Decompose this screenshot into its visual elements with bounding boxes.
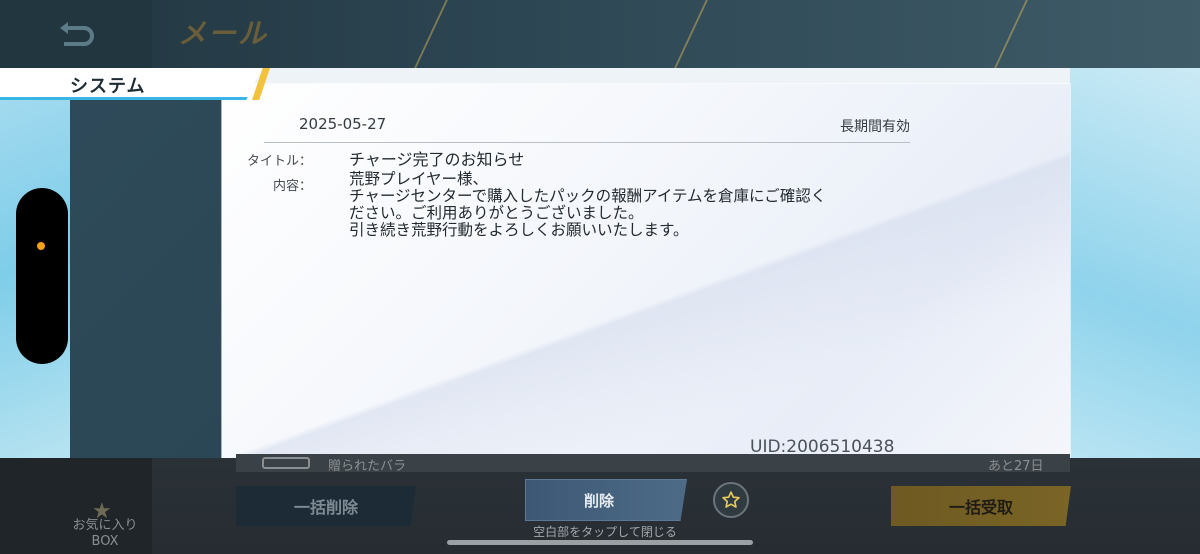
background-list-item-text: 贈られたバラ bbox=[328, 459, 407, 474]
home-indicator-bar[interactable] bbox=[447, 540, 753, 545]
page-title: メール bbox=[178, 17, 269, 50]
category-tab-label: システム bbox=[70, 76, 146, 97]
delete-all-button[interactable]: 一括削除 bbox=[236, 486, 416, 526]
panel-top-band bbox=[222, 68, 1070, 84]
return-arrow-icon bbox=[60, 22, 94, 46]
favorites-label-line: お気に入り bbox=[72, 518, 138, 533]
star-outline-icon bbox=[722, 491, 740, 508]
favorite-star-button[interactable] bbox=[713, 482, 749, 518]
mail-date: 2025-05-27 bbox=[299, 115, 387, 133]
mail-body-line: 荒野プレイヤー様、 bbox=[349, 170, 489, 188]
background-list-item-remaining: あと27日 bbox=[988, 459, 1044, 474]
side-handle[interactable] bbox=[16, 188, 68, 364]
right-decor-strip bbox=[1060, 68, 1200, 458]
mail-content-label: 内容： bbox=[272, 179, 312, 194]
back-button[interactable] bbox=[0, 0, 152, 68]
claim-all-button[interactable]: 一括受取 bbox=[891, 486, 1071, 526]
mail-dialog-screen: メール システム 2025-05-27 長期間有効 タイトル： チャージ完了のお… bbox=[0, 0, 1200, 554]
mail-panel bbox=[222, 84, 1070, 458]
gift-icon bbox=[262, 457, 310, 469]
mail-title: チャージ完了のお知らせ bbox=[349, 150, 525, 169]
favorites-box-label[interactable]: お気に入り BOX bbox=[62, 518, 148, 550]
mail-divider bbox=[264, 142, 910, 143]
favorites-label-line: BOX bbox=[91, 534, 119, 549]
status-indicator-dot bbox=[37, 242, 45, 250]
mail-validity: 長期間有効 bbox=[840, 119, 910, 135]
mail-body-line: チャージセンターで購入したパックの報酬アイテムを倉庫にご確認く bbox=[349, 187, 827, 205]
tap-to-close-hint: 空白部をタップして閉じる bbox=[533, 525, 677, 539]
mail-title-label: タイトル： bbox=[246, 154, 312, 169]
mail-body: 荒野プレイヤー様、 チャージセンターで購入したパックの報酬アイテムを倉庫にご確認… bbox=[349, 171, 909, 239]
mail-body-line: ださい。ご利用ありがとうございました。 bbox=[349, 204, 644, 222]
mail-body-line: 引き続き荒野行動をよろしくお願いいたします。 bbox=[349, 221, 689, 239]
delete-button[interactable]: 削除 bbox=[525, 479, 687, 521]
